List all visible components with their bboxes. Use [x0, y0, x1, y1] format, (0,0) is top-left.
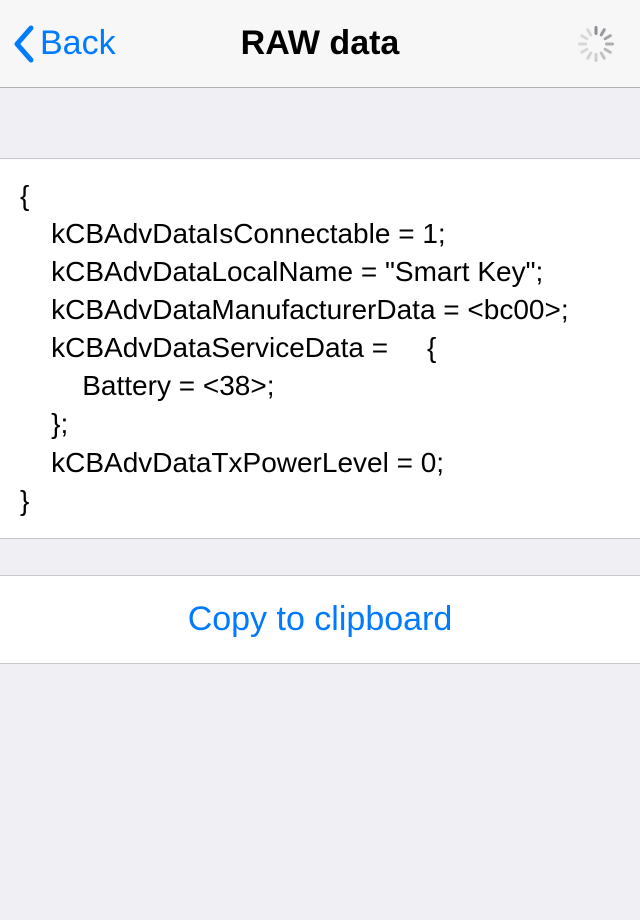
copy-action-cell[interactable]: Copy to clipboard — [0, 575, 640, 664]
navigation-bar: Back RAW data — [0, 0, 640, 88]
activity-spinner-icon — [576, 24, 616, 64]
copy-to-clipboard-button[interactable]: Copy to clipboard — [188, 600, 453, 638]
raw-data-text: { kCBAdvDataIsConnectable = 1; kCBAdvDat… — [20, 177, 620, 520]
back-button[interactable]: Back — [0, 24, 116, 64]
back-label: Back — [40, 24, 116, 63]
chevron-left-icon — [12, 24, 36, 64]
raw-data-cell: { kCBAdvDataIsConnectable = 1; kCBAdvDat… — [0, 158, 640, 539]
page-title: RAW data — [241, 24, 400, 63]
